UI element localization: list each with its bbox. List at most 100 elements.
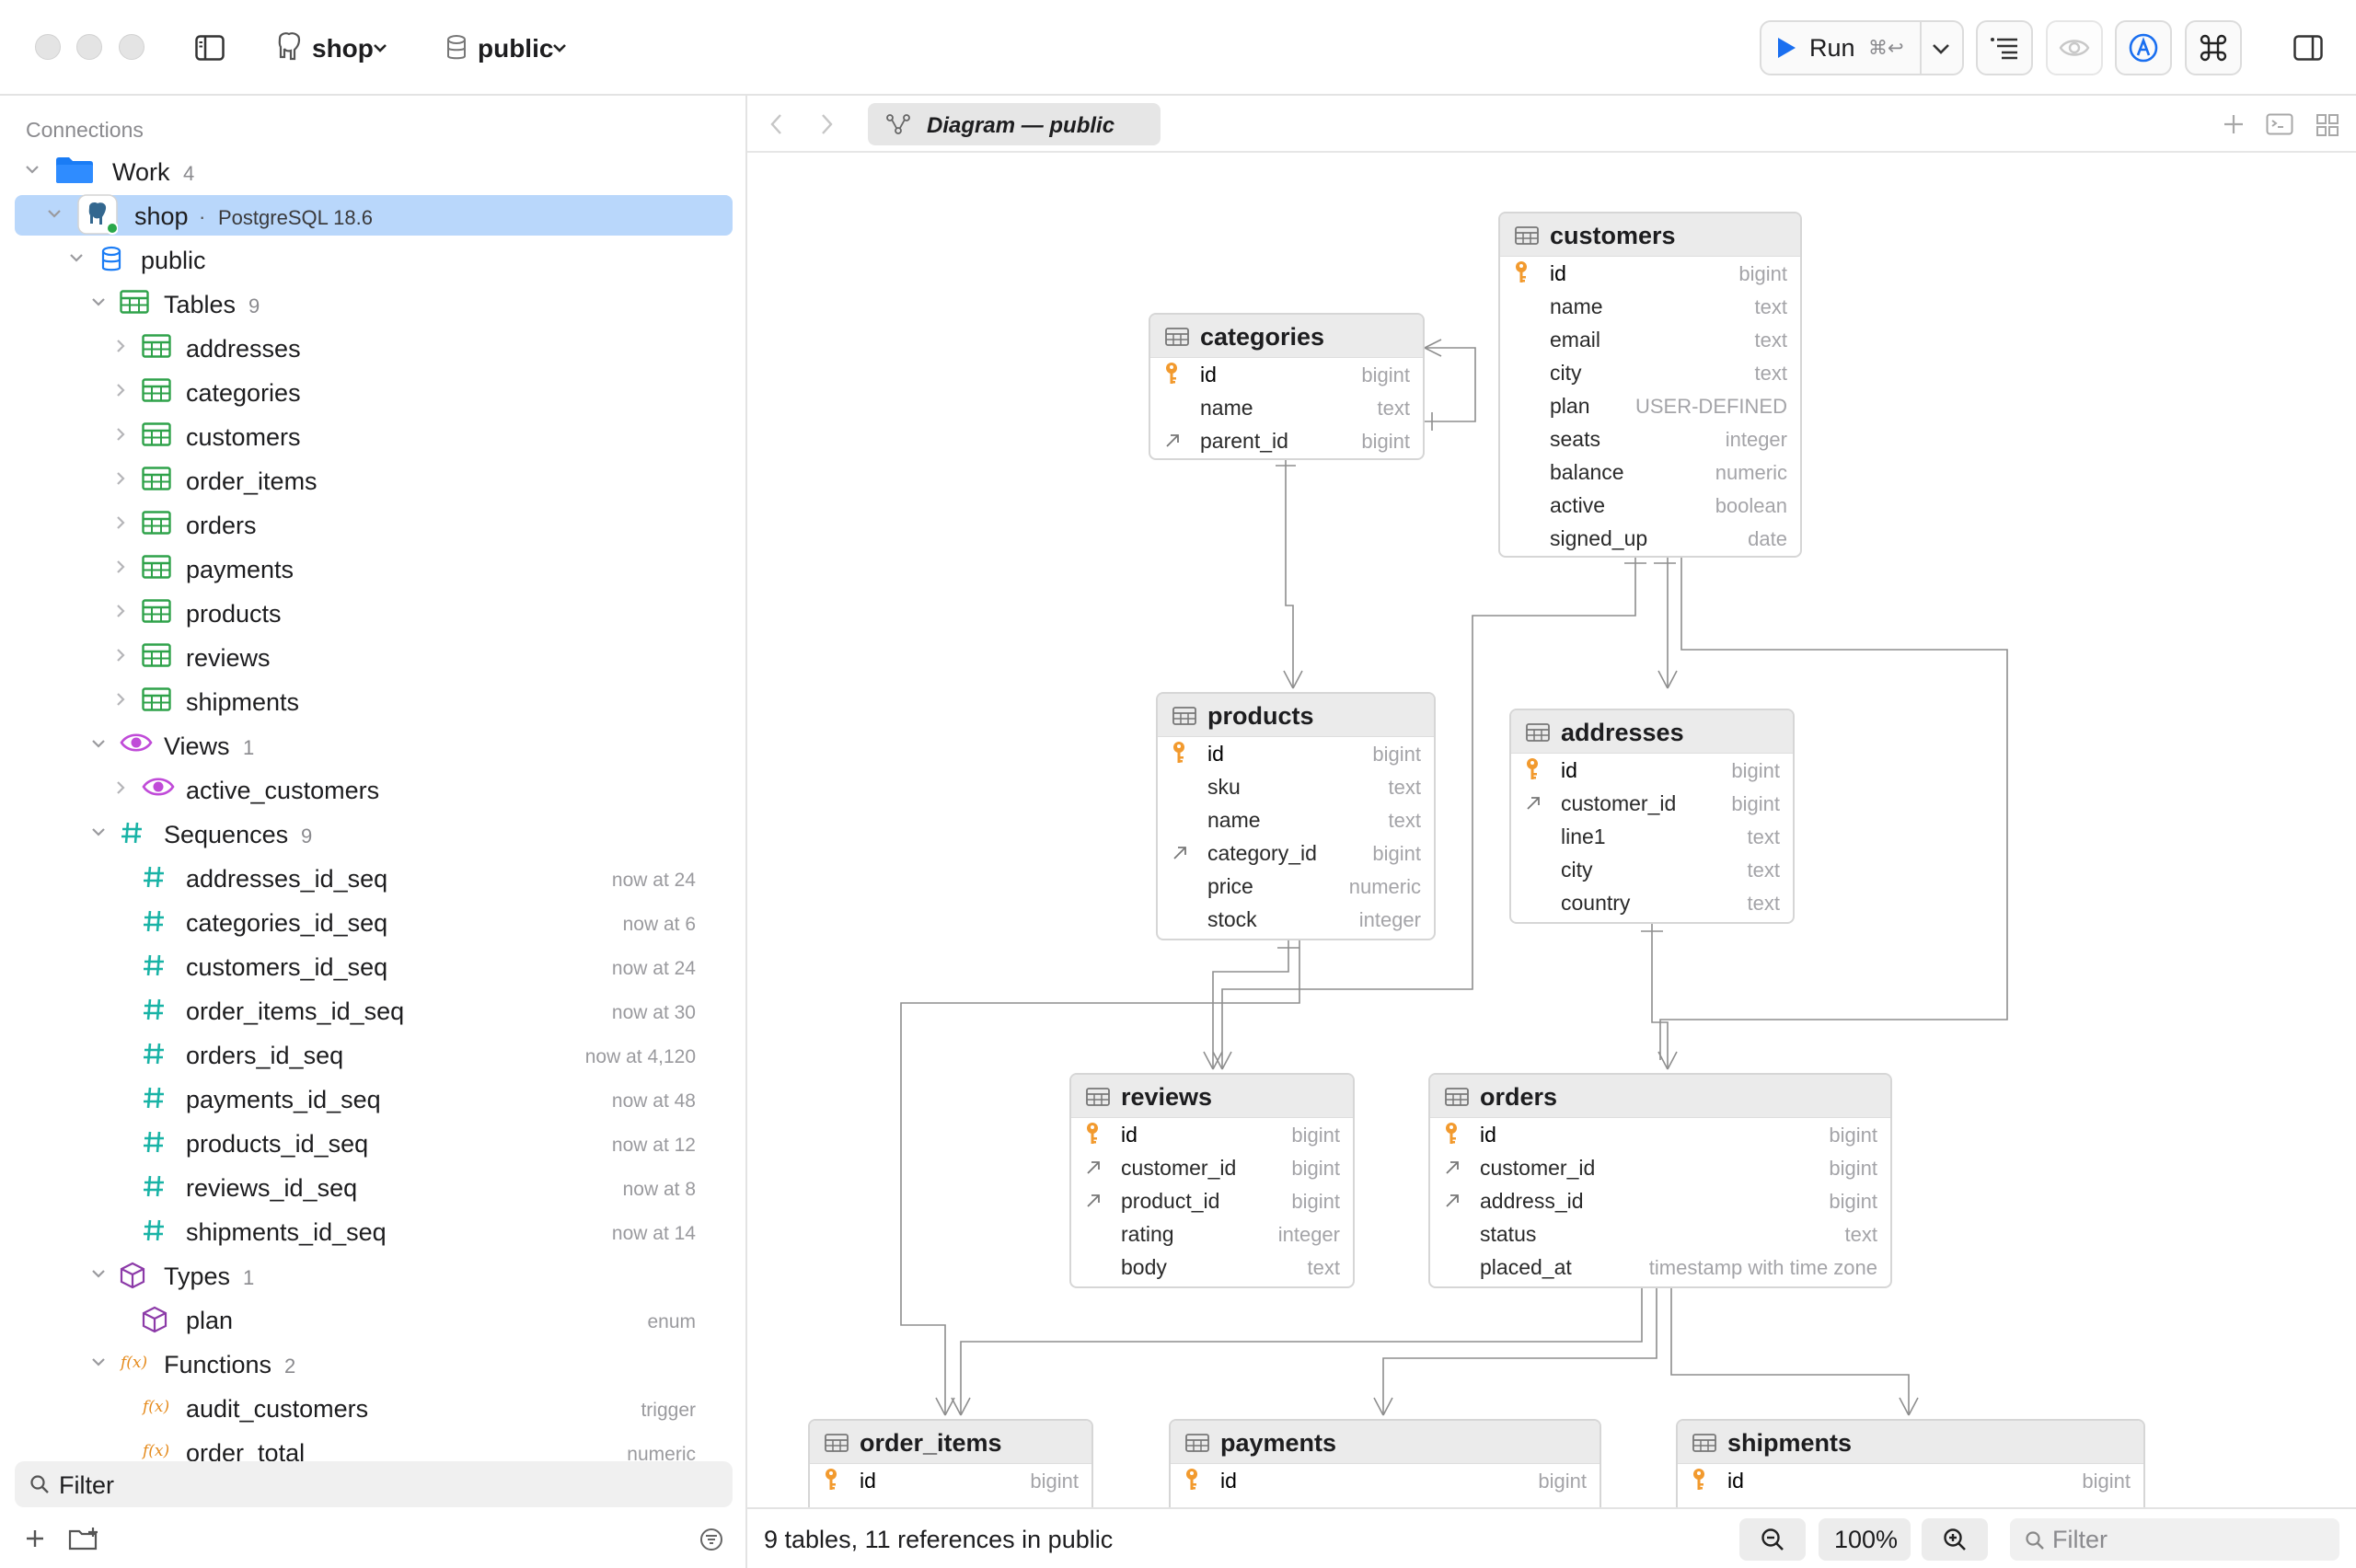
erd-column-row[interactable]: rating integer — [1071, 1217, 1353, 1251]
erd-column-row[interactable]: category_id bigint — [1158, 836, 1434, 870]
erd-column-row[interactable]: product_id bigint — [1071, 1184, 1353, 1217]
sidebar-item-sequence[interactable]: products_id_seq now at 12 — [0, 1122, 747, 1164]
sidebar-item-table[interactable]: order_items — [0, 459, 747, 502]
erd-table-header[interactable]: order_items — [810, 1421, 1091, 1464]
chevron-down-icon[interactable] — [90, 294, 107, 315]
sidebar-item-sequence[interactable]: categories_id_seq now at 6 — [0, 901, 747, 943]
erd-column-row[interactable]: id bigint — [1500, 257, 1800, 290]
chevron-down-icon[interactable] — [90, 824, 107, 845]
tree-connection-shop[interactable]: shop · PostgreSQL 18.6 — [0, 194, 747, 236]
connection-selector[interactable]: shop — [312, 34, 374, 63]
new-folder-icon[interactable] — [68, 1526, 101, 1551]
erd-column-row[interactable]: price numeric — [1158, 870, 1434, 903]
chevron-right-icon[interactable] — [112, 647, 129, 668]
erd-table-orders[interactable]: orders id bigint customer_id bigint address_i… — [1428, 1073, 1892, 1288]
erd-table-header[interactable]: payments — [1171, 1421, 1600, 1464]
erd-column-row[interactable]: stock integer — [1158, 903, 1434, 936]
erd-table-payments[interactable]: payments id bigint — [1169, 1419, 1601, 1507]
erd-column-row[interactable]: id bigint — [1511, 754, 1793, 787]
sidebar-item-sequence[interactable]: order_items_id_seq now at 30 — [0, 989, 747, 1032]
tree-folder-sequences[interactable]: Sequences 9 — [0, 813, 747, 855]
sidebar-toggle-icon[interactable] — [195, 35, 225, 61]
sidebar-item-table[interactable]: addresses — [0, 327, 747, 369]
sidebar-item-sequence[interactable]: addresses_id_seq now at 24 — [0, 857, 747, 899]
chevron-right-icon[interactable] — [112, 779, 129, 801]
tree-schema-public[interactable]: public — [0, 238, 747, 281]
chevron-down-icon[interactable] — [90, 1354, 107, 1375]
chevron-down-icon[interactable] — [90, 735, 107, 756]
close-window-button[interactable] — [35, 34, 61, 60]
erd-column-row[interactable]: id bigint — [1430, 1118, 1890, 1151]
erd-table-header[interactable]: categories — [1150, 315, 1423, 358]
sidebar-item-table[interactable]: products — [0, 592, 747, 634]
outline-button[interactable] — [1976, 20, 2033, 75]
erd-column-row[interactable]: customer_id bigint — [1071, 1151, 1353, 1184]
chevron-right-icon[interactable] — [112, 603, 129, 624]
sidebar-item-table[interactable]: categories — [0, 371, 747, 413]
sidebar-item-sequence[interactable]: shipments_id_seq now at 14 — [0, 1210, 747, 1252]
erd-column-row[interactable]: name text — [1158, 803, 1434, 836]
erd-column-row[interactable]: id bigint — [810, 1464, 1091, 1497]
diagram-canvas[interactable]: customers id bigint name text email text city te… — [747, 153, 2356, 1507]
chevron-right-icon[interactable] — [112, 382, 129, 403]
chevron-right-icon[interactable] — [112, 426, 129, 447]
chevron-down-icon[interactable] — [68, 249, 85, 271]
sidebar-item-sequence[interactable]: customers_id_seq now at 24 — [0, 945, 747, 987]
erd-table-header[interactable]: customers — [1500, 213, 1800, 257]
erd-column-row[interactable]: email text — [1500, 323, 1800, 356]
zoom-out-button[interactable] — [1739, 1518, 1806, 1561]
preview-button[interactable] — [2046, 20, 2103, 75]
schema-selector[interactable]: public — [478, 34, 553, 63]
erd-column-row[interactable]: id bigint — [1158, 737, 1434, 770]
erd-column-row[interactable]: seats integer — [1500, 422, 1800, 455]
erd-table-header[interactable]: reviews — [1071, 1075, 1353, 1118]
erd-column-row[interactable]: country text — [1511, 886, 1793, 919]
chevron-right-icon[interactable] — [112, 470, 129, 491]
back-arrow-icon[interactable] — [769, 112, 784, 136]
zoom-level[interactable]: 100% — [1819, 1518, 1911, 1561]
erd-column-row[interactable]: id bigint — [1150, 358, 1423, 391]
erd-table-categories[interactable]: categories id bigint name text parent_id bigin… — [1149, 313, 1425, 460]
erd-column-row[interactable]: signed_up date — [1500, 522, 1800, 555]
tree-folder-functions[interactable]: f(x) Functions 2 — [0, 1343, 747, 1385]
chevron-down-icon[interactable] — [90, 1265, 107, 1286]
sidebar-item-table[interactable]: customers — [0, 415, 747, 457]
zoom-in-button[interactable] — [1922, 1518, 1988, 1561]
erd-table-shipments[interactable]: shipments id bigint — [1676, 1419, 2145, 1507]
new-tab-icon[interactable] — [2222, 112, 2246, 136]
sidebar-item-type[interactable]: plan enum — [0, 1298, 747, 1341]
erd-column-row[interactable]: parent_id bigint — [1150, 424, 1423, 457]
erd-table-header[interactable]: addresses — [1511, 710, 1793, 754]
erd-table-reviews[interactable]: reviews id bigint customer_id bigint product_… — [1069, 1073, 1355, 1288]
erd-column-row[interactable]: line1 text — [1511, 820, 1793, 853]
erd-table-header[interactable]: products — [1158, 694, 1434, 737]
sidebar-item-view[interactable]: active_customers — [0, 768, 747, 811]
filter-options-icon[interactable] — [699, 1528, 723, 1551]
erd-column-row[interactable]: plan USER-DEFINED — [1500, 389, 1800, 422]
chevron-down-icon[interactable] — [24, 161, 40, 182]
tab-diagram-public[interactable]: Diagram — public — [868, 103, 1161, 145]
grid-layout-icon[interactable] — [2316, 113, 2339, 137]
erd-column-row[interactable]: city text — [1511, 853, 1793, 886]
erd-table-customers[interactable]: customers id bigint name text email text city te… — [1498, 212, 1802, 558]
command-palette-button[interactable] — [2185, 20, 2242, 75]
erd-column-row[interactable]: address_id bigint — [1430, 1184, 1890, 1217]
sidebar-item-table[interactable]: orders — [0, 503, 747, 546]
erd-table-header[interactable]: orders — [1430, 1075, 1890, 1118]
erd-table-addresses[interactable]: addresses id bigint customer_id bigint line1 t… — [1509, 709, 1795, 924]
sidebar-item-sequence[interactable]: orders_id_seq now at 4,120 — [0, 1033, 747, 1076]
chevron-right-icon[interactable] — [112, 559, 129, 580]
erd-column-row[interactable]: customer_id bigint — [1430, 1151, 1890, 1184]
erd-column-row[interactable]: active boolean — [1500, 489, 1800, 522]
ai-assistant-button[interactable] — [2115, 20, 2172, 75]
chevron-down-icon[interactable] — [46, 205, 63, 226]
erd-column-row[interactable]: balance numeric — [1500, 455, 1800, 489]
erd-column-row[interactable]: name text — [1500, 290, 1800, 323]
chevron-right-icon[interactable] — [112, 514, 129, 536]
erd-table-header[interactable]: shipments — [1678, 1421, 2143, 1464]
terminal-icon[interactable] — [2266, 113, 2293, 135]
tree-folder-types[interactable]: Types 1 — [0, 1254, 747, 1297]
tree-folder-tables[interactable]: Tables 9 — [0, 282, 747, 325]
erd-column-row[interactable]: city text — [1500, 356, 1800, 389]
erd-column-row[interactable]: name text — [1150, 391, 1423, 424]
